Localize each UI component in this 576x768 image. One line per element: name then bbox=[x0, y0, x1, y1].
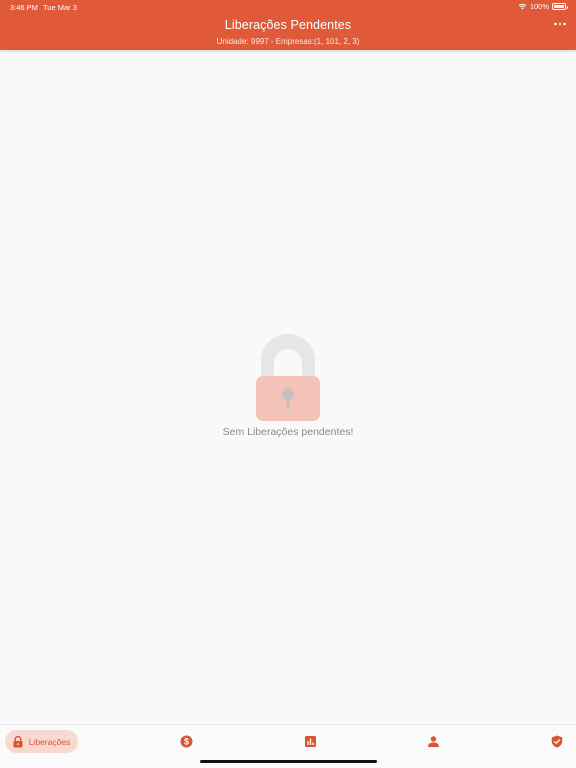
empty-message: Sem Liberações pendentes! bbox=[222, 426, 354, 438]
status-bar: 3:46 PM Tue Mar 3 100% bbox=[0, 0, 576, 14]
page-title: Liberações Pendentes bbox=[224, 18, 352, 32]
battery-percent: 100% bbox=[529, 2, 549, 11]
app-header: 3:46 PM Tue Mar 3 100% Liberações Penden… bbox=[0, 0, 576, 50]
tab-financeiro[interactable]: $ bbox=[176, 730, 196, 753]
dollar-circle-icon: $ bbox=[180, 735, 192, 748]
home-indicator bbox=[200, 760, 377, 763]
lock-open-icon bbox=[256, 334, 320, 421]
wifi-icon bbox=[518, 3, 527, 10]
shield-check-icon bbox=[551, 735, 563, 748]
bar-chart-icon bbox=[304, 736, 316, 747]
more-options-icon[interactable] bbox=[552, 18, 568, 30]
status-date: Tue Mar 3 bbox=[43, 3, 77, 12]
person-icon bbox=[427, 736, 439, 747]
tab-liberacoes[interactable]: Liberações bbox=[5, 730, 78, 753]
page-subtitle: Unidade: 9997 - Empresas:(1, 101, 2, 3) bbox=[216, 37, 360, 46]
tab-perfil[interactable] bbox=[423, 730, 443, 753]
empty-state: Sem Liberações pendentes! bbox=[0, 334, 576, 438]
tab-relatorios[interactable] bbox=[300, 730, 320, 753]
svg-text:$: $ bbox=[183, 737, 188, 747]
lock-icon bbox=[13, 735, 23, 747]
status-time: 3:46 PM bbox=[10, 3, 38, 12]
status-indicators: 100% bbox=[518, 2, 568, 11]
tab-seguranca[interactable] bbox=[547, 730, 567, 753]
tab-label: Liberações bbox=[28, 736, 71, 747]
battery-icon bbox=[552, 3, 568, 10]
